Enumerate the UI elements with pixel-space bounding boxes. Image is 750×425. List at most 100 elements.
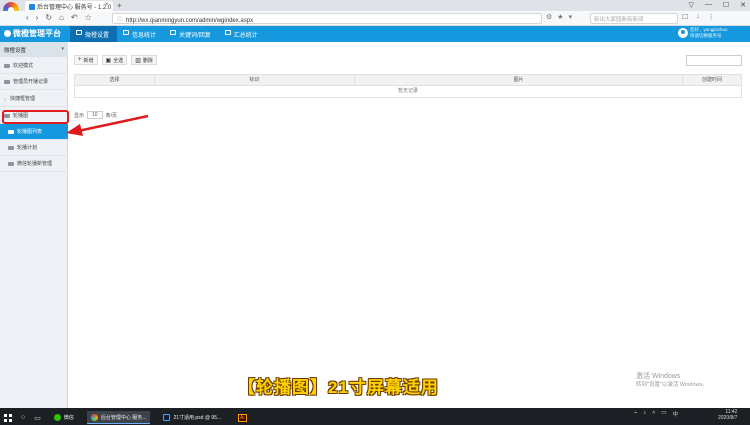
browser-search-input[interactable]: 新出大家园新街新闻 [590,13,678,24]
taskbar-left: ○ ▭ 微信 后台管理中心 服务... 21寸适用.psd @ 95... Ai [4,411,251,424]
taskbar-app-wechat[interactable]: 微信 [50,411,78,424]
brand-logo: 微橙管理平台 [4,28,61,39]
sidebar-item-label: 欢迎模式 [13,63,34,69]
taskbar-clock[interactable]: 11:42 2020/8/7 [718,409,737,421]
taskbar-app-browser[interactable]: 后台管理中心 服务... [86,411,151,424]
button-label: 删除 [142,57,153,64]
select-all-button[interactable]: ▣ 全选 [101,55,128,65]
chart-icon [224,30,231,35]
folder-icon [8,129,14,134]
menu-icon[interactable]: ▽ [688,1,693,9]
check-icon: ▣ [105,57,112,64]
browser-tab[interactable]: 后台管理中心 服务号 - 1.2.0 [25,1,113,11]
ime-icon[interactable]: 中 [672,410,678,418]
list-search-input[interactable] [686,55,742,66]
home-button[interactable]: ⌂ [59,13,64,22]
volume-icon[interactable]: ♪ [643,410,646,418]
bookmark-icon[interactable]: ☆ [85,13,92,22]
carousel-table: 选择 标识 图片 创建时间 暂无记录 [74,74,742,98]
task-view-icon[interactable]: ▭ [34,414,41,422]
more-menu-icon[interactable]: ⋮ [708,13,715,21]
nav-summary[interactable]: 汇总统计 [219,26,266,42]
sidebar-item-carousel-plan[interactable]: 轮播计划 [0,140,68,156]
window-controls: ▽ — ☐ ✕ [688,1,746,9]
nav-stats[interactable]: 信息统计 [117,26,164,42]
forward-button[interactable]: › [36,13,39,22]
brand-title: 微橙管理平台 [13,29,61,38]
maximize-button[interactable]: ☐ [723,1,729,9]
reload-button[interactable]: ↻ [45,13,52,22]
chevron-up-icon[interactable]: ˄ [652,410,655,418]
windows-start-icon[interactable] [4,413,12,422]
monitor-icon [76,30,82,35]
table-header: 选择 标识 图片 创建时间 [74,74,742,86]
translate-icon[interactable]: ⚙ [546,13,552,21]
taskbar-app-photoshop[interactable]: 21寸适用.psd @ 95... [159,411,225,424]
back-button[interactable]: ‹ [26,13,29,22]
sidebar-item-welcome[interactable]: 欢迎模式 [0,58,68,74]
battery-icon[interactable]: ▭ [661,410,666,418]
nav-settings[interactable]: 微橙设置 [70,26,118,42]
delete-button[interactable]: ▥ 删除 [131,55,157,65]
dropdown-icon[interactable]: ▾ [569,13,573,21]
page-info-icon: ⓘ [117,18,124,24]
switch-account-link[interactable]: 快速切换服务号 [690,33,746,39]
plus-icon: + [78,57,82,63]
tab-close-icon[interactable]: × [105,2,109,8]
video-caption: 【轮播图】21寸屏幕适用 [238,378,439,397]
search-icon[interactable]: ○ [21,414,25,421]
chevron-down-icon: ▾ [61,46,64,52]
sidebar-item-admin-log[interactable]: 管理员开播记录 [0,74,68,90]
nav-keywords[interactable]: 关键词/回复 [164,26,219,42]
app-label: 微信 [63,415,74,421]
undo-close-button[interactable]: ↶ [71,13,78,22]
activation-watermark: 激活 Windows 转到"设置"以激活 Windows。 [636,372,708,390]
minimize-button[interactable]: — [705,1,712,9]
nav-label: 微橙设置 [85,33,110,39]
column-header-id[interactable]: 标识 [155,75,355,85]
address-bar[interactable]: ⓘ http://wx.qianmingyun.com/admin/wgindex… [112,13,542,24]
annotation-arrow [66,114,149,136]
new-tab-button[interactable]: + [117,1,122,10]
favicon-icon [29,4,35,11]
button-label: 全选 [113,57,124,64]
browser-icon [90,413,98,421]
sidebar-item-label: 轮播图列表 [17,129,43,135]
column-header-created[interactable]: 创建时间 [683,75,741,85]
favorite-icon[interactable]: ★ [557,13,563,21]
app-label: 21寸适用.psd @ 95... [173,415,222,421]
sidebar-section-header[interactable]: 微橙设置 ▾ [0,42,68,57]
clock-date: 2020/8/7 [718,415,738,421]
nav-label: 汇总统计 [233,33,258,39]
column-header-select[interactable]: 选择 [75,75,155,85]
network-icon[interactable]: ⌁ [634,410,637,418]
address-text: http://wx.qianmingyun.com/admin/wgindex.… [126,18,254,24]
folder-icon [4,63,10,68]
nav-label: 信息统计 [132,33,157,39]
photoshop-icon [163,414,171,421]
close-window-button[interactable]: ✕ [740,1,746,9]
sidebar-item-label: 快捷框管理 [10,96,36,102]
nav-label: 关键词/回复 [179,33,211,39]
wechat-icon [53,414,61,421]
new-button[interactable]: + 新增 [74,55,98,65]
taskbar-app-illustrator[interactable]: Ai [234,411,250,424]
sidebar-item-label: 轮播计划 [17,145,38,151]
download-icon[interactable]: ↓ [696,13,700,21]
user-panel[interactable]: 您好，yangjiazhuo 快速切换服务号 [676,27,746,39]
top-nav: 微橙设置 信息统计 关键词/回复 汇总统计 [70,26,266,42]
app-label: 后台管理中心 服务... [100,414,147,421]
sidebar-item-shortcut[interactable]: › 快捷框管理 [0,91,68,107]
sidebar-item-label: 管理员开播记录 [13,79,49,85]
gear-icon [123,30,130,35]
sidebar-icon[interactable]: ☐ [682,13,688,21]
sidebar-section-title: 微橙设置 [4,48,27,54]
system-tray: ⌁ ♪ ˄ ▭ 中 [634,410,678,418]
address-actions: ⚙ ★ ▾ [546,13,572,21]
column-header-image[interactable]: 图片 [355,75,683,85]
trash-icon: ▥ [135,57,141,64]
image-icon [170,30,177,35]
sidebar-item-wechat-carousel[interactable]: 微信轮播新管理 [0,156,68,172]
sidebar-item-carousel-list[interactable]: 轮播图列表 [0,124,68,140]
illustrator-icon: Ai [238,413,247,422]
